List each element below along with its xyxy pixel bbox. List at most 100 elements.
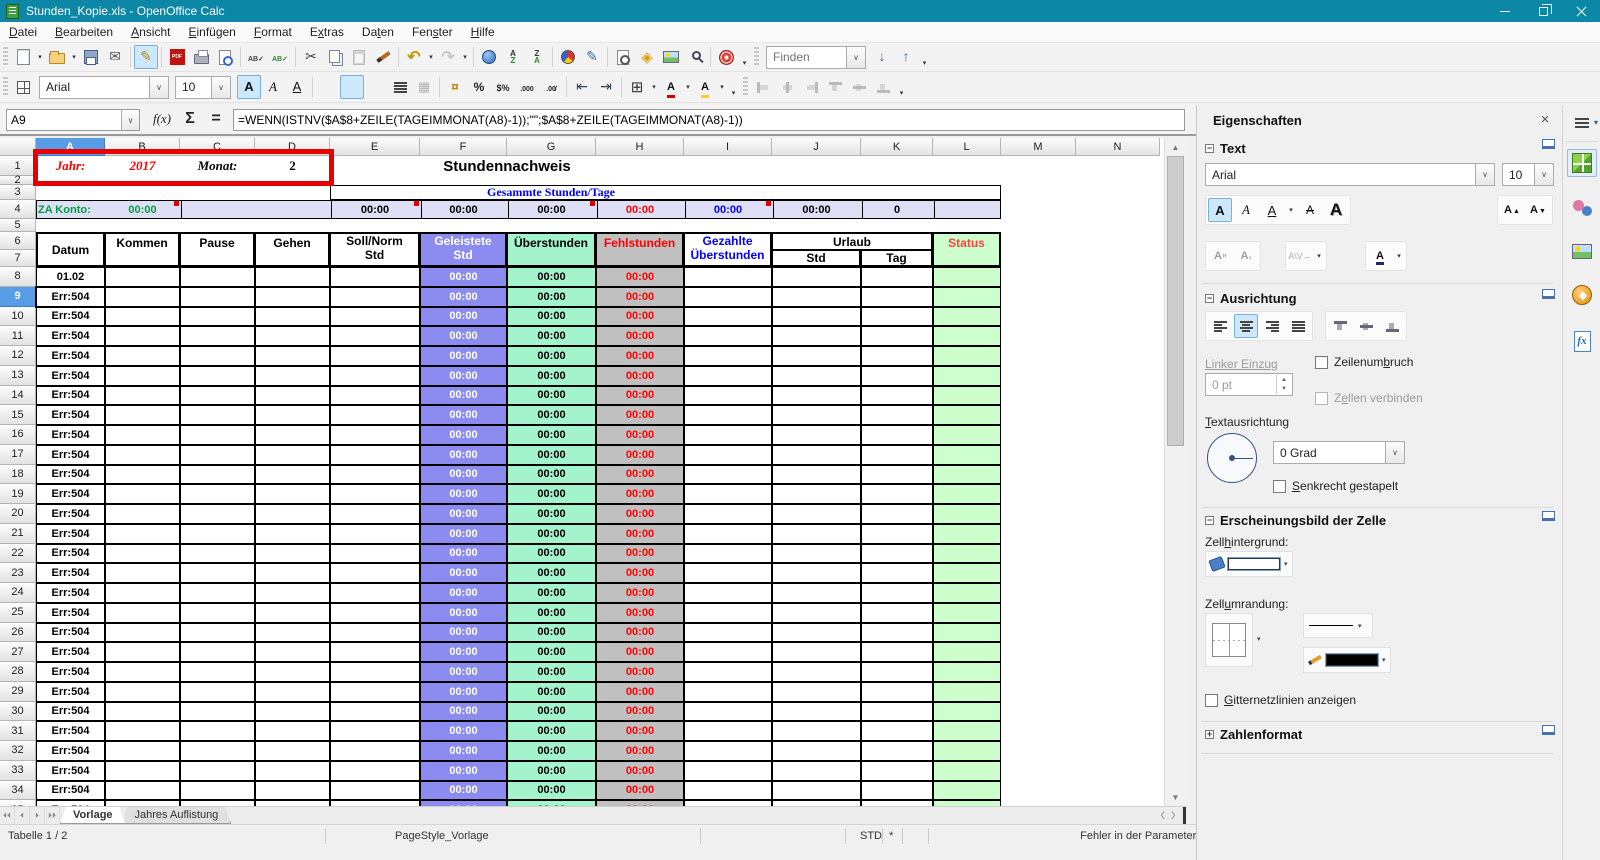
cell-J31[interactable] xyxy=(772,721,861,741)
cell-I20[interactable] xyxy=(684,504,772,524)
cell-K30[interactable] xyxy=(861,701,933,722)
cell-J19[interactable] xyxy=(772,484,861,504)
cell-L26[interactable] xyxy=(933,622,1001,643)
borders-button[interactable] xyxy=(625,75,649,99)
wrap-text-checkbox[interactable] xyxy=(1315,355,1328,369)
cell-C16[interactable] xyxy=(180,425,255,445)
cell-I16[interactable] xyxy=(684,425,772,445)
cell-E12[interactable] xyxy=(330,346,420,366)
row-header-17[interactable]: 17 xyxy=(0,444,36,465)
sidebar-menu-button[interactable] xyxy=(1567,109,1598,137)
font-size-combo[interactable]: 10 ∨ xyxy=(175,75,231,99)
cell-J14[interactable] xyxy=(772,385,861,406)
cell-J15[interactable] xyxy=(772,405,861,425)
cell-K17[interactable] xyxy=(861,444,933,465)
alignment-dialog-launcher-icon[interactable] xyxy=(1542,289,1555,299)
spin-down-icon[interactable]: ▼ xyxy=(1277,385,1291,395)
line-style-button[interactable]: ▾ xyxy=(1303,613,1373,638)
insert-chart-button[interactable] xyxy=(556,45,580,69)
scroll-up-button[interactable]: ▲ xyxy=(1165,138,1186,156)
decrease-indent-button[interactable] xyxy=(570,75,594,99)
cell-B34[interactable] xyxy=(105,780,180,801)
sidebar-italic-button[interactable] xyxy=(1234,198,1258,222)
deck-navigator-button[interactable] xyxy=(1567,281,1597,309)
cell-H18[interactable]: 00:00 xyxy=(596,464,684,485)
cell-D26[interactable] xyxy=(255,622,330,643)
cell-I28[interactable] xyxy=(684,662,772,682)
cell-H10[interactable]: 00:00 xyxy=(596,306,684,327)
deck-gallery-button[interactable] xyxy=(1567,237,1597,265)
cell-D30[interactable] xyxy=(255,701,330,722)
cell-I12[interactable] xyxy=(684,346,772,366)
cell-F18[interactable]: 00:00 xyxy=(420,464,507,485)
cell-E17[interactable] xyxy=(330,444,420,465)
cell-D14[interactable] xyxy=(255,385,330,406)
cell-H34[interactable]: 00:00 xyxy=(596,780,684,801)
row-header-24[interactable]: 24 xyxy=(0,583,36,603)
row-header-26[interactable]: 26 xyxy=(0,622,36,643)
border-preset-button[interactable] xyxy=(1205,613,1253,667)
cell-H31[interactable]: 00:00 xyxy=(596,721,684,741)
sort-ascending-button[interactable] xyxy=(501,45,525,69)
header-geleistete-std[interactable]: Geleistete Std xyxy=(420,232,507,267)
new-document-dropdown-icon[interactable]: ▾ xyxy=(35,46,45,68)
stacked-checkbox-row[interactable]: Senkrecht gestapelt xyxy=(1273,479,1398,493)
hyperlink-button[interactable] xyxy=(477,45,501,69)
cell-D29[interactable] xyxy=(255,681,330,702)
cell-C10[interactable] xyxy=(180,306,255,327)
cell-J13[interactable] xyxy=(772,365,861,386)
cell-K13[interactable] xyxy=(861,365,933,386)
cell-J27[interactable] xyxy=(772,642,861,662)
cell-A26[interactable]: Err:504 xyxy=(36,622,105,643)
cell-L12[interactable] xyxy=(933,346,1001,366)
indent-spinner[interactable]: 0 pt ▲ ▼ xyxy=(1205,373,1293,396)
cell-D13[interactable] xyxy=(255,365,330,386)
cell-F29[interactable]: 00:00 xyxy=(420,681,507,702)
cell-B29[interactable] xyxy=(105,681,180,702)
cell-K22[interactable] xyxy=(861,543,933,564)
print-preview-button[interactable] xyxy=(213,45,237,69)
menu-datei[interactable]: Datei xyxy=(0,23,46,41)
redo-button[interactable] xyxy=(436,45,460,69)
underline-dropdown-icon[interactable]: ▾ xyxy=(1286,199,1296,221)
cell-G10[interactable]: 00:00 xyxy=(507,306,596,327)
cell-D25[interactable] xyxy=(255,602,330,623)
appearance-dialog-launcher-icon[interactable] xyxy=(1542,511,1555,521)
align-object-left-button[interactable] xyxy=(751,75,775,99)
cell-H24[interactable]: 00:00 xyxy=(596,583,684,603)
cell-L30[interactable] xyxy=(933,701,1001,722)
cell-C18[interactable] xyxy=(180,464,255,485)
cell-I15[interactable] xyxy=(684,405,772,425)
cell-J16[interactable] xyxy=(772,425,861,445)
cell-C19[interactable] xyxy=(180,484,255,504)
cell-G12[interactable]: 00:00 xyxy=(507,346,596,366)
row-header-9[interactable]: 9 xyxy=(0,286,36,307)
increase-indent-button[interactable] xyxy=(594,75,618,99)
cell-B23[interactable] xyxy=(105,563,180,583)
cell-background-color-button[interactable]: ▾ xyxy=(1205,551,1293,577)
toolbar-grip[interactable] xyxy=(754,47,759,67)
spreadsheet-grid[interactable]: A B C D E F G H I J K L M N 1 2 3 4 5 6 7 8 9 10 11 12 13 14 15 16 17 1… xyxy=(0,138,1164,806)
cell-G28[interactable]: 00:00 xyxy=(507,662,596,682)
cell-J26[interactable] xyxy=(772,622,861,643)
toolbar-grip[interactable] xyxy=(743,77,748,97)
cell-A30[interactable]: Err:504 xyxy=(36,701,105,722)
cell-L17[interactable] xyxy=(933,444,1001,465)
header-urlaub-std[interactable]: Std xyxy=(772,250,861,267)
vertical-scrollbar[interactable]: ▲ ▼ xyxy=(1164,138,1186,806)
row-header-27[interactable]: 27 xyxy=(0,642,36,662)
cell-K18[interactable] xyxy=(861,464,933,485)
cell-K9[interactable] xyxy=(861,286,933,307)
sheet-tab-vorlage[interactable]: Vorlage xyxy=(60,807,126,824)
page-style-status[interactable]: PageStyle_Vorlage xyxy=(395,830,489,842)
cell-F32[interactable]: 00:00 xyxy=(420,741,507,761)
cell-E32[interactable] xyxy=(330,741,420,761)
degrees-dropdown-icon[interactable]: ∨ xyxy=(1385,442,1404,463)
cell-J30[interactable] xyxy=(772,701,861,722)
cell-E25[interactable] xyxy=(330,602,420,623)
sidebar-font-size-combo[interactable]: 10 ∨ xyxy=(1502,163,1554,186)
cell-F4[interactable]: 00:00 xyxy=(420,200,507,219)
cell-F34[interactable]: 00:00 xyxy=(420,780,507,801)
cell-K14[interactable] xyxy=(861,385,933,406)
cell-F19[interactable]: 00:00 xyxy=(420,484,507,504)
